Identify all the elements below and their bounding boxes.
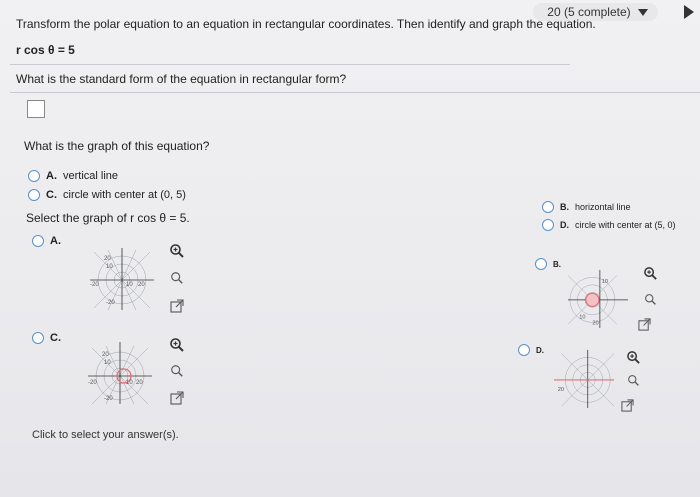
divider bbox=[10, 64, 570, 65]
tick-label: -20 bbox=[90, 282, 99, 288]
zoom-out-icon[interactable] bbox=[641, 290, 659, 308]
option-letter: D. bbox=[560, 220, 569, 230]
option-letter: C. bbox=[50, 332, 61, 344]
tick-label: 20 bbox=[102, 352, 109, 358]
option-letter: C. bbox=[46, 189, 57, 201]
graph-b[interactable]: 10 10 20 bbox=[568, 268, 628, 328]
tick-label: 20 bbox=[136, 380, 143, 386]
graph-type-prompt: What is the graph of this equation? bbox=[24, 139, 210, 153]
tick-label: 20 bbox=[104, 256, 111, 262]
tick-label: 10 bbox=[104, 360, 111, 366]
radio-button[interactable] bbox=[28, 189, 40, 201]
radio-button[interactable] bbox=[28, 170, 40, 182]
tick-label: 10 bbox=[126, 282, 133, 288]
option-letter: B. bbox=[553, 259, 561, 269]
option-text: horizontal line bbox=[575, 202, 631, 212]
radio-button[interactable] bbox=[32, 332, 44, 344]
tick-label: 20 bbox=[138, 282, 145, 288]
graph-curve bbox=[585, 292, 600, 307]
polar-equation: r cos θ = 5 bbox=[16, 43, 75, 57]
radio-button[interactable] bbox=[542, 219, 554, 231]
tick-label: -20 bbox=[88, 380, 97, 386]
tick-label: 20 bbox=[558, 387, 564, 393]
option-letter: B. bbox=[560, 202, 569, 212]
graph-c[interactable]: 20 10 -20 10 20 -20 bbox=[88, 340, 152, 404]
zoom-in-icon[interactable] bbox=[624, 348, 642, 366]
expand-icon[interactable] bbox=[635, 315, 653, 333]
tick-label: 10 bbox=[126, 380, 133, 386]
radio-button[interactable] bbox=[518, 344, 530, 356]
standard-form-input[interactable] bbox=[27, 100, 45, 118]
divider bbox=[10, 92, 700, 93]
option-c[interactable]: C. circle with center at (0, 5) bbox=[28, 189, 186, 201]
option-d[interactable]: D. circle with center at (5, 0) bbox=[542, 219, 676, 231]
expand-icon[interactable] bbox=[168, 389, 186, 407]
graph-a[interactable]: 20 10 -20 10 20 -20 bbox=[90, 246, 154, 310]
tick-label: -20 bbox=[104, 396, 113, 402]
zoom-in-icon[interactable] bbox=[168, 242, 186, 260]
next-question-icon[interactable] bbox=[684, 5, 694, 19]
option-b[interactable]: B. horizontal line bbox=[542, 201, 631, 213]
radio-button[interactable] bbox=[542, 201, 554, 213]
tick-label: 10 bbox=[106, 264, 113, 270]
zoom-out-icon[interactable] bbox=[624, 371, 642, 389]
caret-down-icon bbox=[638, 9, 648, 17]
graph-option-b[interactable]: B. bbox=[535, 258, 561, 270]
tick-label: 10 bbox=[602, 279, 608, 285]
graph-option-d[interactable]: D. bbox=[518, 344, 544, 356]
graph-select-prompt: Select the graph of r cos θ = 5. bbox=[26, 211, 190, 225]
zoom-in-icon[interactable] bbox=[641, 264, 659, 282]
option-letter: A. bbox=[50, 235, 61, 247]
option-letter: A. bbox=[46, 170, 57, 182]
option-text: vertical line bbox=[63, 170, 119, 182]
zoom-out-icon[interactable] bbox=[168, 362, 186, 380]
graph-d[interactable]: 20 bbox=[554, 348, 614, 408]
zoom-out-icon[interactable] bbox=[168, 269, 186, 287]
tick-label: -20 bbox=[106, 300, 115, 306]
question-page: 20 (5 complete) Transform the polar equa… bbox=[0, 0, 700, 497]
option-a[interactable]: A. vertical line bbox=[28, 170, 118, 182]
graph-option-a[interactable]: A. bbox=[32, 235, 61, 247]
option-letter: D. bbox=[536, 345, 544, 355]
option-text: circle with center at (5, 0) bbox=[575, 220, 676, 230]
tick-label: 20 bbox=[592, 320, 598, 326]
expand-icon[interactable] bbox=[168, 297, 186, 315]
zoom-in-icon[interactable] bbox=[168, 336, 186, 354]
radio-button[interactable] bbox=[535, 258, 547, 270]
question-instruction: Transform the polar equation to an equat… bbox=[16, 17, 596, 31]
expand-icon[interactable] bbox=[618, 396, 636, 414]
graph-option-c[interactable]: C. bbox=[32, 332, 61, 344]
tick-label: 10 bbox=[579, 315, 585, 321]
standard-form-prompt: What is the standard form of the equatio… bbox=[16, 72, 347, 86]
footer-hint: Click to select your answer(s). bbox=[32, 429, 179, 441]
radio-button[interactable] bbox=[32, 235, 44, 247]
option-text: circle with center at (0, 5) bbox=[63, 189, 186, 201]
